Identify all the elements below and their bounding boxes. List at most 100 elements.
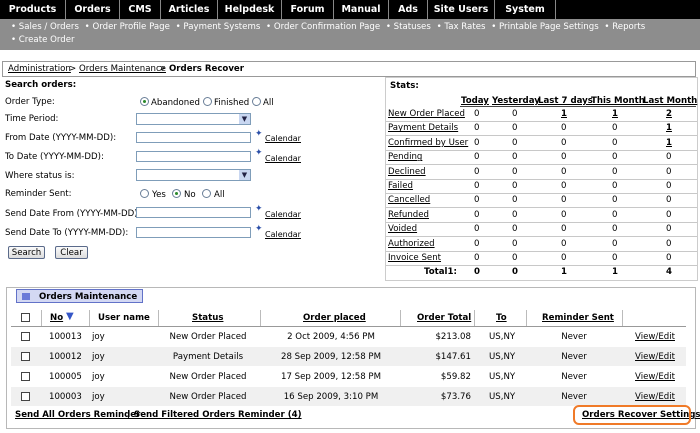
subnav-tax-rates[interactable]: • Tax Rates: [437, 22, 486, 32]
sort-desc-icon[interactable]: ▼: [66, 311, 74, 322]
nav-helpdesk[interactable]: Helpdesk: [218, 0, 282, 19]
stats-value: 0: [666, 253, 672, 263]
calendar-icon[interactable]: ✦: [255, 204, 264, 214]
calendar-icon[interactable]: ✦: [255, 129, 264, 139]
order-type-all-radio[interactable]: [252, 97, 261, 106]
reminder-all-label: All: [214, 190, 225, 200]
nav-orders[interactable]: Orders: [66, 0, 120, 19]
nav-site-users[interactable]: Site Users: [428, 0, 495, 19]
send-date-to-calendar-link[interactable]: Calendar: [265, 230, 301, 239]
row-checkbox[interactable]: [21, 352, 30, 361]
stats-row-divider: [386, 236, 697, 238]
send-date-from-input[interactable]: [136, 207, 251, 218]
send-filtered-reminder-link[interactable]: Send Filtered Orders Reminder (4): [134, 410, 302, 420]
stats-value[interactable]: 1: [666, 123, 672, 133]
row-checkbox[interactable]: [21, 392, 30, 401]
stats-value[interactable]: 1: [612, 109, 618, 119]
stats-row-name[interactable]: Failed: [388, 181, 413, 191]
col-order-total[interactable]: Order Total: [417, 313, 471, 323]
send-date-to-input[interactable]: [136, 227, 251, 238]
stats-value[interactable]: 1: [561, 109, 567, 119]
stats-panel: Stats: Today Yesterday Last 7 days This …: [385, 77, 698, 281]
nav-system[interactable]: System: [495, 0, 556, 19]
select-all-checkbox[interactable]: [21, 313, 30, 322]
subnav-payment-systems[interactable]: • Payment Systems: [176, 22, 261, 32]
view-edit-link[interactable]: View/Edit: [595, 372, 700, 382]
stats-row-name[interactable]: Voided: [388, 224, 417, 234]
order-placed: 28 Sep 2009, 12:58 PM: [280, 352, 382, 362]
subnav-reports[interactable]: • Reports: [604, 22, 645, 32]
stats-value: 0: [612, 137, 618, 148]
stats-row-name[interactable]: Declined: [388, 167, 426, 177]
subnav-order-profile[interactable]: • Order Profile Page: [85, 22, 170, 32]
breadcrumb-separator: >: [159, 64, 167, 74]
stats-value[interactable]: 2: [666, 109, 672, 119]
reminder-yes-radio[interactable]: [140, 189, 149, 198]
from-date-label: From Date (YYYY-MM-DD):: [5, 133, 117, 143]
stats-value: 0: [474, 224, 480, 235]
stats-row-name[interactable]: Refunded: [388, 210, 429, 220]
subnav-create-order[interactable]: • Create Order: [11, 35, 75, 45]
stats-row-name[interactable]: Pending: [388, 152, 422, 162]
where-status-select[interactable]: ▼: [136, 169, 251, 181]
col-reminder-sent[interactable]: Reminder Sent: [542, 313, 614, 323]
stats-value: 0: [512, 166, 518, 177]
breadcrumb-administration[interactable]: Administration: [8, 62, 71, 76]
stats-total-value: 0: [474, 267, 480, 277]
order-type-finished-radio[interactable]: [203, 97, 212, 106]
view-edit-link[interactable]: View/Edit: [595, 392, 700, 402]
nav-manual[interactable]: Manual: [334, 0, 389, 19]
nav-products[interactable]: Products: [0, 0, 66, 19]
from-date-calendar-link[interactable]: Calendar: [265, 134, 301, 143]
to-date-calendar-link[interactable]: Calendar: [265, 154, 301, 163]
send-all-reminder-link[interactable]: Send All Orders Reminder: [15, 410, 140, 420]
from-date-input[interactable]: [136, 132, 251, 143]
stats-value: 0: [666, 195, 672, 206]
stats-col-last-month: Last Month: [643, 96, 698, 106]
orders-maintenance-title: Orders Maintenance: [16, 289, 143, 303]
order-to: US,NY: [489, 372, 516, 382]
stats-row-name[interactable]: New Order Placed: [388, 109, 465, 119]
order-type-abandoned-radio[interactable]: [140, 97, 149, 106]
stats-row-name[interactable]: Invoice Sent: [388, 253, 441, 263]
column-divider: [158, 310, 159, 326]
time-period-select[interactable]: ▼: [136, 113, 251, 125]
subnav-order-confirmation[interactable]: • Order Confirmation Page: [266, 22, 380, 32]
stats-row-name[interactable]: Payment Details: [388, 123, 458, 133]
subnav-sales-orders[interactable]: • Sales / Orders: [11, 22, 79, 32]
col-to[interactable]: To: [496, 313, 507, 323]
view-edit-link[interactable]: View/Edit: [595, 352, 700, 362]
row-checkbox[interactable]: [21, 372, 30, 381]
stats-row-name[interactable]: Authorized: [388, 239, 435, 249]
reminder-all-radio[interactable]: [202, 189, 211, 198]
column-divider: [89, 310, 90, 326]
col-order-placed[interactable]: Order placed: [303, 313, 366, 323]
column-divider: [526, 310, 527, 326]
nav-articles[interactable]: Articles: [161, 0, 218, 19]
stats-row-name[interactable]: Confirmed by User: [388, 138, 468, 148]
col-no[interactable]: No: [50, 313, 63, 323]
calendar-icon[interactable]: ✦: [255, 224, 264, 234]
nav-forum[interactable]: Forum: [282, 0, 334, 19]
subnav-statuses[interactable]: • Statuses: [386, 22, 431, 32]
calendar-icon[interactable]: ✦: [255, 148, 264, 158]
search-button[interactable]: Search: [8, 246, 45, 259]
reminder-no-radio[interactable]: [172, 189, 181, 198]
stats-row-name[interactable]: Cancelled: [388, 195, 430, 205]
stats-value: 0: [561, 224, 567, 235]
nav-ads[interactable]: Ads: [389, 0, 428, 19]
col-status[interactable]: Status: [192, 313, 223, 323]
clear-button[interactable]: Clear: [55, 246, 88, 259]
breadcrumb-orders-maintenance[interactable]: Orders Maintenance: [79, 62, 166, 76]
to-date-input[interactable]: [136, 151, 251, 162]
stats-value[interactable]: 1: [666, 138, 672, 148]
row-checkbox[interactable]: [21, 332, 30, 341]
send-date-from-calendar-link[interactable]: Calendar: [265, 210, 301, 219]
stats-value: 0: [612, 238, 618, 249]
stats-total-label: Total1:: [424, 267, 457, 277]
stats-row-divider: [386, 135, 697, 137]
stats-value: 0: [666, 238, 672, 249]
nav-cms[interactable]: CMS: [120, 0, 161, 19]
subnav-printable-settings[interactable]: • Printable Page Settings: [491, 22, 598, 32]
view-edit-link[interactable]: View/Edit: [595, 332, 700, 342]
